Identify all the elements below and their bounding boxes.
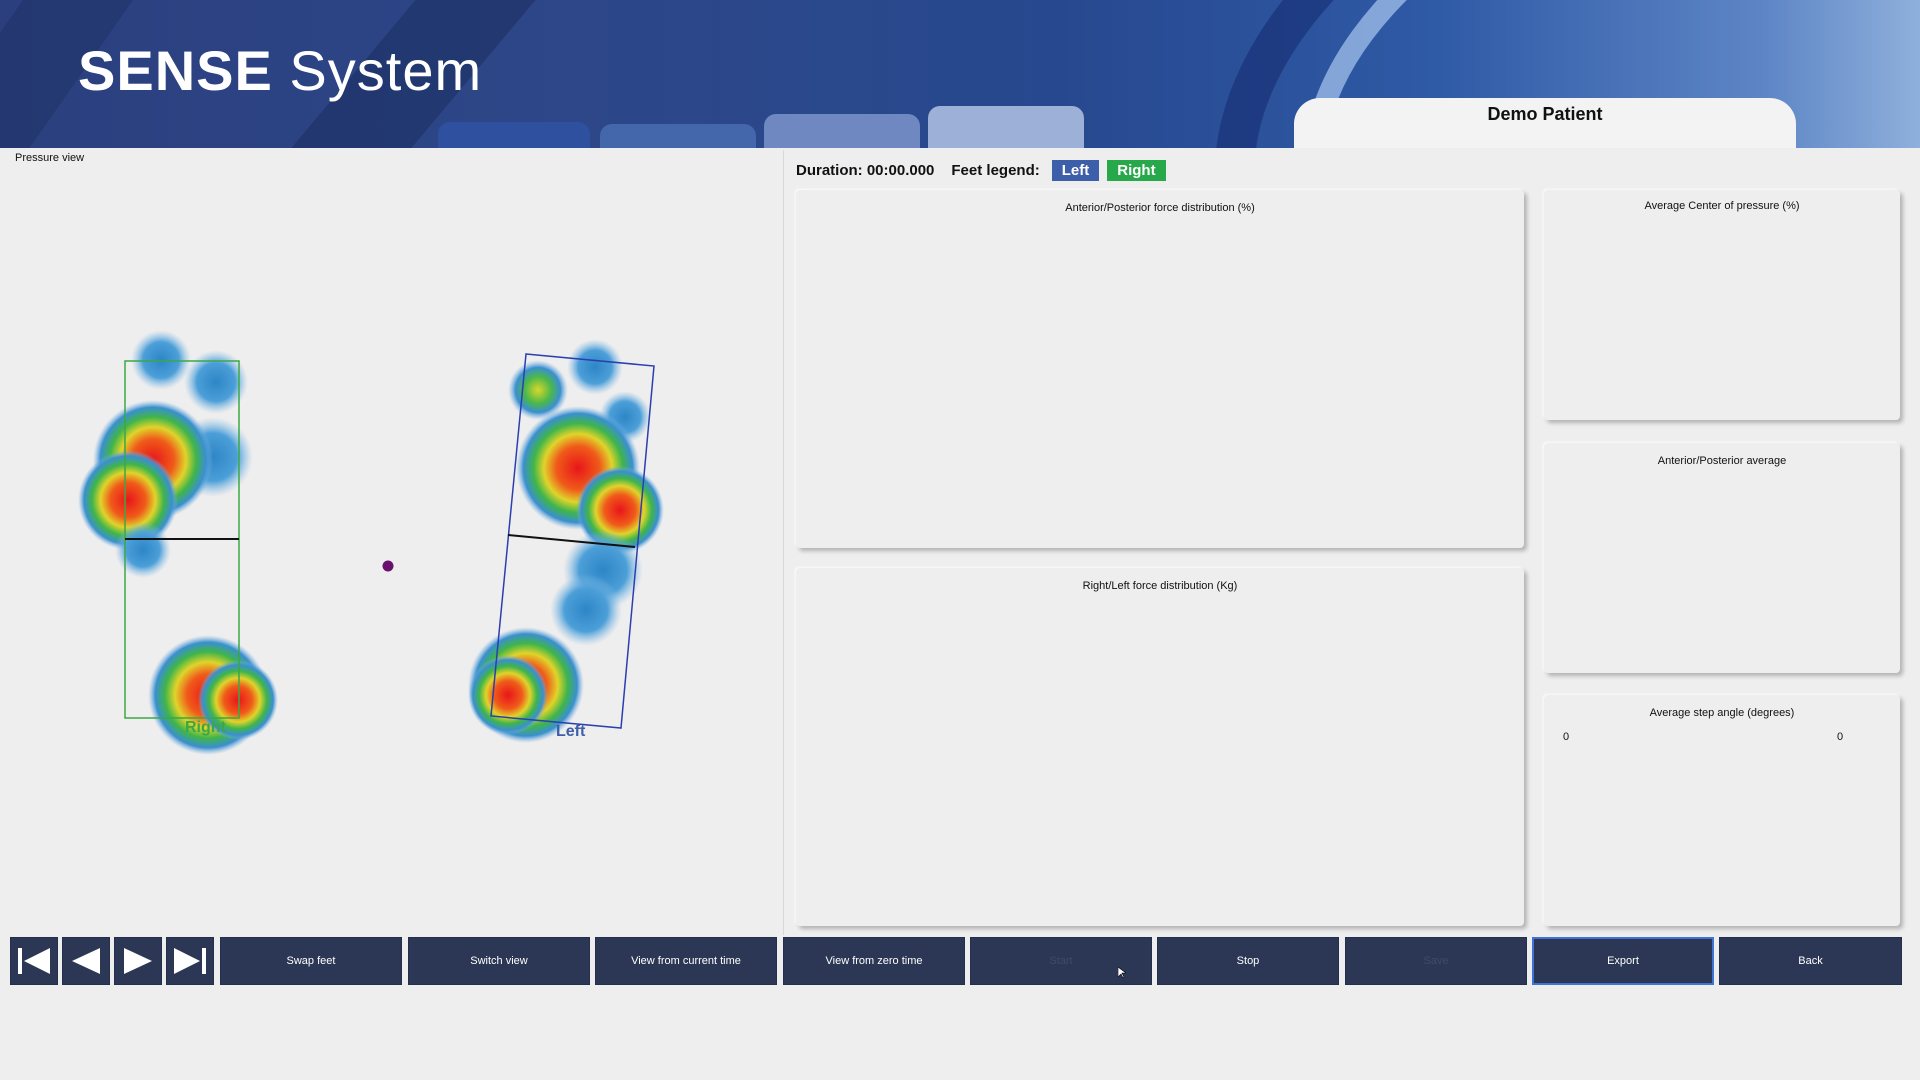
pressure-heatmap [78, 330, 664, 755]
legend-left-chip: Left [1051, 159, 1100, 181]
ap-force-distribution-panel: Anterior/Posterior force distribution (%… [796, 190, 1524, 548]
playback-toolbar: Swap feet Switch view View from current … [8, 937, 1904, 987]
back-button[interactable]: Back [1719, 937, 1902, 985]
panel-title: Right/Left force distribution (Kg) [1082, 580, 1238, 592]
right-foot-heatmap [78, 330, 278, 755]
right-foot-label: Right [185, 719, 226, 736]
duration-readout: Duration: 00:00.000 [796, 161, 935, 179]
patient-name-tab: Demo Patient [1294, 98, 1796, 148]
view-from-current-time-button[interactable]: View from current time [595, 937, 777, 985]
feet-legend-label: Feet legend: [951, 161, 1040, 179]
switch-view-button[interactable]: Switch view [408, 937, 590, 985]
pressure-view-panel: Pressure view Right Left [8, 150, 784, 935]
skip-last-icon [174, 948, 206, 974]
ap-average-panel: Anterior/Posterior average [1544, 443, 1900, 673]
view-from-zero-time-button[interactable]: View from zero time [783, 937, 965, 985]
rl-force-distribution-panel: Right/Left force distribution (Kg) [796, 568, 1524, 926]
save-button[interactable]: Save [1345, 937, 1527, 985]
skip-first-icon [18, 948, 50, 974]
export-button[interactable]: Export [1532, 937, 1714, 985]
skip-last-button[interactable] [166, 937, 214, 985]
avg-step-angle-panel: Average step angle (degrees) 0 0 [1544, 695, 1900, 926]
swap-feet-button[interactable]: Swap feet [220, 937, 402, 985]
step-angle-right-value: 0 [1837, 731, 1844, 743]
header-tab-4[interactable] [928, 106, 1084, 148]
left-foot-label: Left [556, 723, 586, 740]
panel-title: Anterior/Posterior average [1657, 455, 1787, 467]
app-header: SENSE System Demo Patient [0, 0, 1920, 148]
mouse-cursor-icon [1118, 967, 1126, 979]
legend-right-chip: Right [1107, 159, 1166, 181]
step-back-button[interactable] [62, 937, 110, 985]
header-tab-2[interactable] [600, 124, 756, 148]
app-logo: SENSE System [78, 39, 483, 102]
header-tab-1[interactable] [438, 122, 590, 148]
panel-title: Anterior/Posterior force distribution (%… [1065, 202, 1255, 214]
panel-title: Average step angle (degrees) [1649, 707, 1795, 719]
play-button[interactable] [114, 937, 162, 985]
stop-button[interactable]: Stop [1157, 937, 1339, 985]
step-angle-left-value: 0 [1563, 731, 1570, 743]
step-back-icon [72, 948, 100, 974]
skip-first-button[interactable] [10, 937, 58, 985]
feet-legend-bar: Duration: 00:00.000 Feet legend: Left Ri… [796, 158, 1166, 182]
center-of-pressure-dot [382, 560, 394, 572]
play-icon [124, 948, 152, 974]
avg-center-of-pressure-panel: Average Center of pressure (%) [1544, 190, 1900, 420]
header-tab-3[interactable] [764, 114, 920, 148]
panel-title: Average Center of pressure (%) [1644, 200, 1800, 212]
